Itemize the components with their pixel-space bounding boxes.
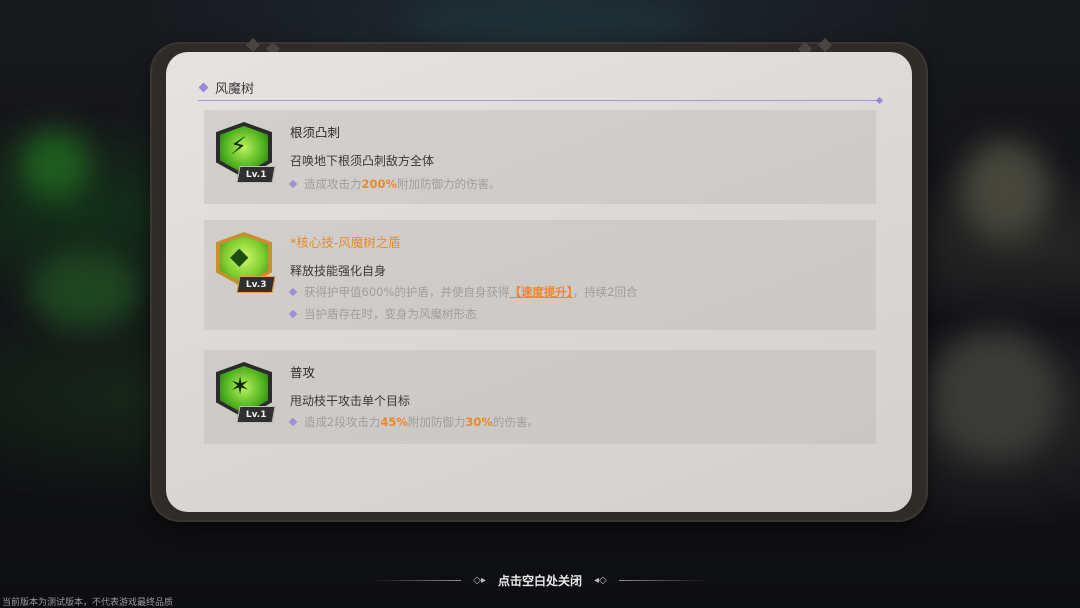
skill-description: 释放技能强化自身 [290,264,387,278]
skill-name: 根须凸刺 [290,125,341,140]
branch-icon: ✶ [230,372,251,400]
diamond-icon [288,287,298,297]
header-divider [198,100,880,101]
level-badge: Lv.1 [236,166,276,183]
test-version-disclaimer: 当前版本为测试版本，不代表游戏最终品质 [2,598,174,608]
panel-header: 风魔树 [198,78,255,97]
skill-description: 召唤地下根须凸刺敌方全体 [290,154,435,168]
skill-detail: 当护盾存在时，变身为风魔树形态 [288,306,477,322]
close-hint[interactable]: ◇▸ 点击空白处关闭 ◂◇ [0,572,1080,589]
hint-divider-right [618,580,709,581]
diamond-icon [288,417,298,427]
skill-name: 普攻 [290,365,316,380]
skill-card-basic-attack: ✶ Lv.1 普攻 甩动枝干攻击单个目标 造成2段攻击力45%附加防御力30%的… [204,350,876,444]
hint-divider-left [371,580,462,581]
skill-icon: ✶ Lv.1 [216,362,276,424]
skill-icon: ⚡ Lv.1 [216,122,276,184]
skill-card-root-spike: ⚡ Lv.1 根须凸刺 召唤地下根须凸刺敌方全体 造成攻击力200%附加防御力的… [204,110,876,204]
diamond-icon [288,179,298,189]
level-badge: Lv.1 [236,406,276,423]
diamond-icon [288,309,298,319]
lightning-icon: ⚡ [230,132,247,160]
skill-card-core-shield: ◆ Lv.3 *核心技-风魔树之盾 释放技能强化自身 获得护甲值600%的护盾，… [204,220,876,330]
close-hint-text: 点击空白处关闭 [497,574,582,588]
shield-icon: ◆ [230,242,249,270]
skill-detail: 获得护甲值600%的护盾，并使自身获得【速度提升】，持续2回合 [288,284,637,300]
arrow-right-icon: ◇▸ [473,575,486,586]
skill-icon: ◆ Lv.3 [216,232,276,294]
skill-description: 甩动枝干攻击单个目标 [290,394,411,408]
level-badge: Lv.3 [236,276,276,293]
skill-name: *核心技-风魔树之盾 [290,235,401,250]
arrow-left-icon: ◂◇ [594,575,607,586]
diamond-icon [198,82,209,93]
skill-detail: 造成2段攻击力45%附加防御力30%的伤害。 [288,414,539,430]
skill-detail: 造成攻击力200%附加防御力的伤害。 [288,176,501,192]
panel-title: 风魔树 [215,82,255,97]
keyword-speed-up[interactable]: 【速度提升】 [509,285,572,299]
